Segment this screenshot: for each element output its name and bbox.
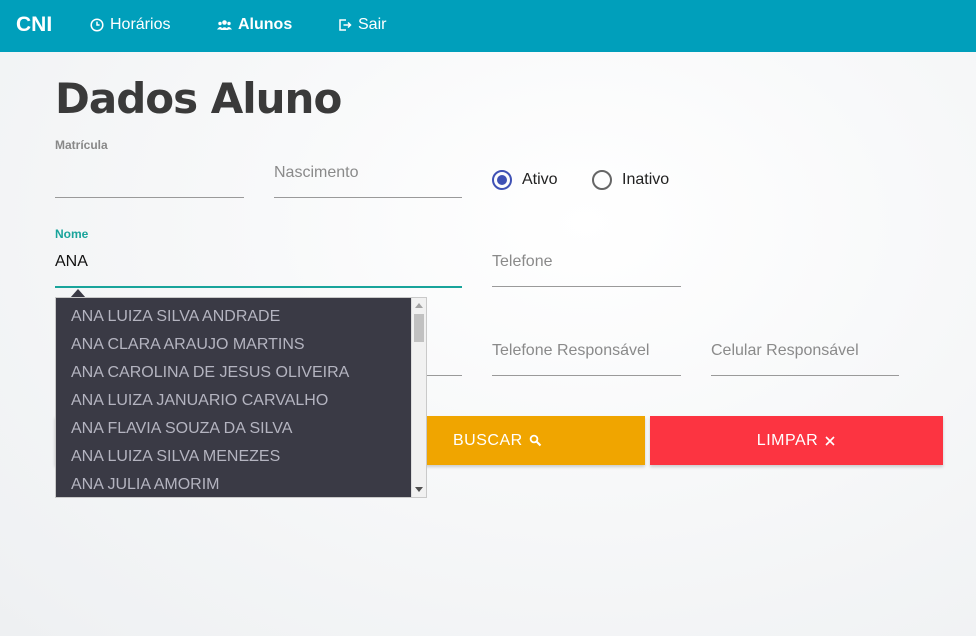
matricula-underline bbox=[55, 197, 244, 198]
telefone-field[interactable]: Telefone bbox=[492, 228, 681, 287]
top-navbar: CNI Horários Alunos Sair bbox=[0, 0, 976, 52]
radio-checked-icon bbox=[492, 170, 512, 190]
radio-unchecked-icon bbox=[592, 170, 612, 190]
clock-icon bbox=[90, 18, 104, 32]
nav-item-label: Alunos bbox=[238, 16, 293, 33]
telefone-responsavel-underline bbox=[492, 375, 681, 376]
nav-item-label: Sair bbox=[358, 16, 387, 33]
autocomplete-item[interactable]: ANA LUIZA SILVA MENEZES bbox=[71, 448, 280, 466]
close-icon bbox=[825, 435, 835, 446]
celular-responsavel-field[interactable]: Celular Responsável bbox=[711, 318, 899, 376]
matricula-field[interactable]: Matrícula bbox=[55, 138, 244, 198]
celular-responsavel-underline bbox=[711, 375, 899, 376]
nome-field[interactable]: Nome ANA bbox=[55, 227, 462, 288]
nav-item-horarios[interactable]: Horários bbox=[90, 15, 170, 35]
autocomplete-item[interactable]: ANA LUIZA JANUARIO CARVALHO bbox=[71, 392, 328, 410]
limpar-button[interactable]: LIMPAR bbox=[650, 416, 943, 465]
autocomplete-item[interactable]: ANA FLAVIA SOUZA DA SILVA bbox=[71, 420, 292, 438]
search-icon bbox=[529, 434, 541, 447]
telefone-placeholder: Telefone bbox=[492, 253, 553, 270]
nav-item-label: Horários bbox=[110, 16, 171, 33]
radio-ativo[interactable]: Ativo bbox=[492, 170, 558, 190]
autocomplete-item[interactable]: ANA CAROLINA DE JESUS OLIVEIRA bbox=[71, 364, 349, 382]
telefone-underline bbox=[492, 286, 681, 287]
users-icon bbox=[217, 20, 232, 30]
nav-item-sair[interactable]: Sair bbox=[338, 15, 386, 35]
radio-inativo[interactable]: Inativo bbox=[592, 170, 669, 190]
autocomplete-item[interactable]: ANA CLARA ARAUJO MARTINS bbox=[71, 336, 305, 354]
nascimento-field[interactable]: Nascimento bbox=[274, 140, 462, 198]
dropdown-scrollbar[interactable] bbox=[411, 298, 426, 497]
brand-logo[interactable]: CNI bbox=[16, 13, 52, 37]
radio-inativo-label: Inativo bbox=[622, 171, 670, 188]
autocomplete-item[interactable]: ANA LUIZA SILVA ANDRADE bbox=[71, 308, 280, 326]
telefone-responsavel-placeholder: Telefone Responsável bbox=[492, 342, 650, 359]
nascimento-underline bbox=[274, 197, 462, 198]
limpar-label: LIMPAR bbox=[756, 431, 819, 449]
celular-responsavel-placeholder: Celular Responsável bbox=[711, 342, 859, 359]
scroll-thumb[interactable] bbox=[414, 314, 424, 342]
telefone-responsavel-field[interactable]: Telefone Responsável bbox=[492, 318, 681, 376]
buscar-label: BUSCAR bbox=[453, 431, 523, 449]
nome-underline bbox=[55, 286, 462, 288]
nome-label: Nome bbox=[55, 227, 89, 241]
autocomplete-dropdown[interactable]: ANA LUIZA SILVA ANDRADE ANA CLARA ARAUJO… bbox=[55, 297, 427, 498]
logout-icon bbox=[339, 19, 352, 31]
nome-value: ANA bbox=[55, 253, 88, 270]
buscar-button[interactable]: BUSCAR bbox=[427, 416, 645, 465]
nascimento-placeholder: Nascimento bbox=[274, 164, 359, 181]
nav-item-alunos[interactable]: Alunos bbox=[217, 15, 292, 35]
matricula-label: Matrícula bbox=[55, 138, 108, 152]
scroll-up-arrow-icon[interactable] bbox=[415, 303, 423, 308]
autocomplete-item[interactable]: ANA JULIA AMORIM bbox=[71, 476, 219, 494]
page-title: Dados Aluno bbox=[55, 74, 342, 123]
scroll-down-arrow-icon[interactable] bbox=[415, 487, 423, 492]
radio-ativo-label: Ativo bbox=[522, 171, 558, 188]
